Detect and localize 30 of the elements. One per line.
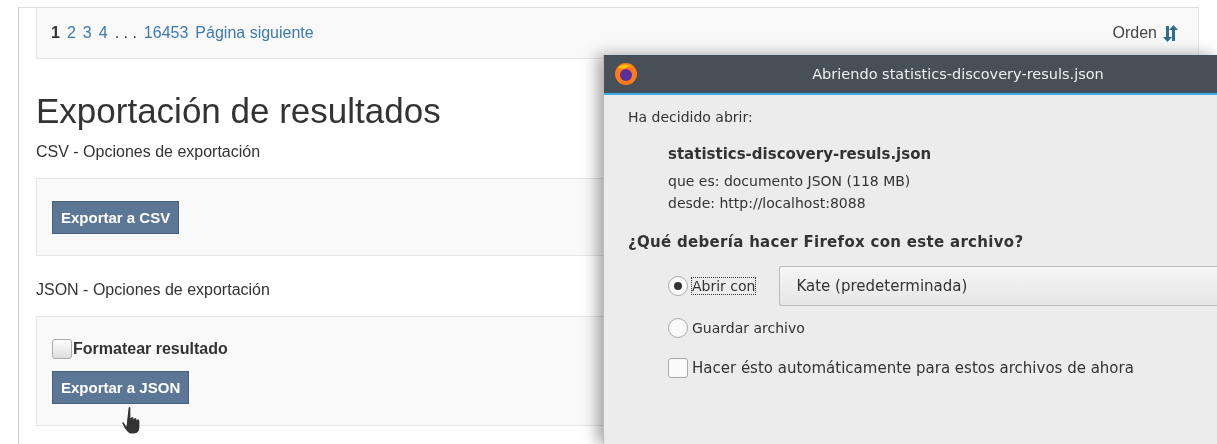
dialog-title: Abriendo statistics-discovery-resuls.json bbox=[811, 66, 1105, 82]
page-link[interactable]: 4 bbox=[98, 24, 108, 42]
checkbox[interactable] bbox=[52, 339, 72, 359]
page-link[interactable]: 16453 bbox=[143, 24, 189, 42]
file-name: statistics-discovery-resuls.json bbox=[668, 145, 933, 163]
file-source-text: desde: http://localhost:8088 bbox=[668, 195, 867, 211]
radio-button[interactable] bbox=[668, 318, 688, 338]
page-link[interactable]: 2 bbox=[66, 24, 76, 42]
sort-icon[interactable] bbox=[1162, 24, 1178, 42]
next-page-link[interactable]: Página siguiente bbox=[195, 24, 314, 42]
browser-logo-icon bbox=[614, 62, 638, 86]
page-link[interactable]: 3 bbox=[82, 24, 92, 42]
file-type-text: que es: documento JSON (118 MB) bbox=[668, 173, 912, 189]
page-heading: Exportación de resultados bbox=[36, 91, 441, 131]
radio-label[interactable]: Guardar archivo bbox=[692, 320, 805, 336]
section-title: JSON - Opciones de exportación bbox=[36, 281, 270, 299]
sort-label[interactable]: Orden bbox=[1112, 24, 1157, 42]
checkbox-label[interactable]: Hacer ésto automáticamente para estos archivos de ahora bbox=[692, 359, 1134, 377]
section-title: CSV - Opciones de exportación bbox=[36, 143, 261, 161]
radio-button[interactable] bbox=[668, 276, 688, 296]
pagination-ellipsis: . . . bbox=[114, 24, 137, 42]
checkbox[interactable] bbox=[668, 358, 688, 378]
checkbox-label[interactable]: Formatear resultado bbox=[73, 340, 228, 358]
application-dropdown[interactable]: Kate (predeterminada) bbox=[779, 266, 1217, 306]
page-link[interactable]: 1 bbox=[51, 24, 60, 42]
radio-label[interactable]: Abrir con bbox=[692, 278, 756, 294]
export-button[interactable]: Exportar a JSON bbox=[52, 371, 190, 404]
export-button[interactable]: Exportar a CSV bbox=[52, 201, 180, 234]
intro-text: Ha decidido abrir: bbox=[628, 109, 754, 125]
question-text: ¿Qué debería hacer Firefox con este archivo? bbox=[628, 233, 1025, 251]
